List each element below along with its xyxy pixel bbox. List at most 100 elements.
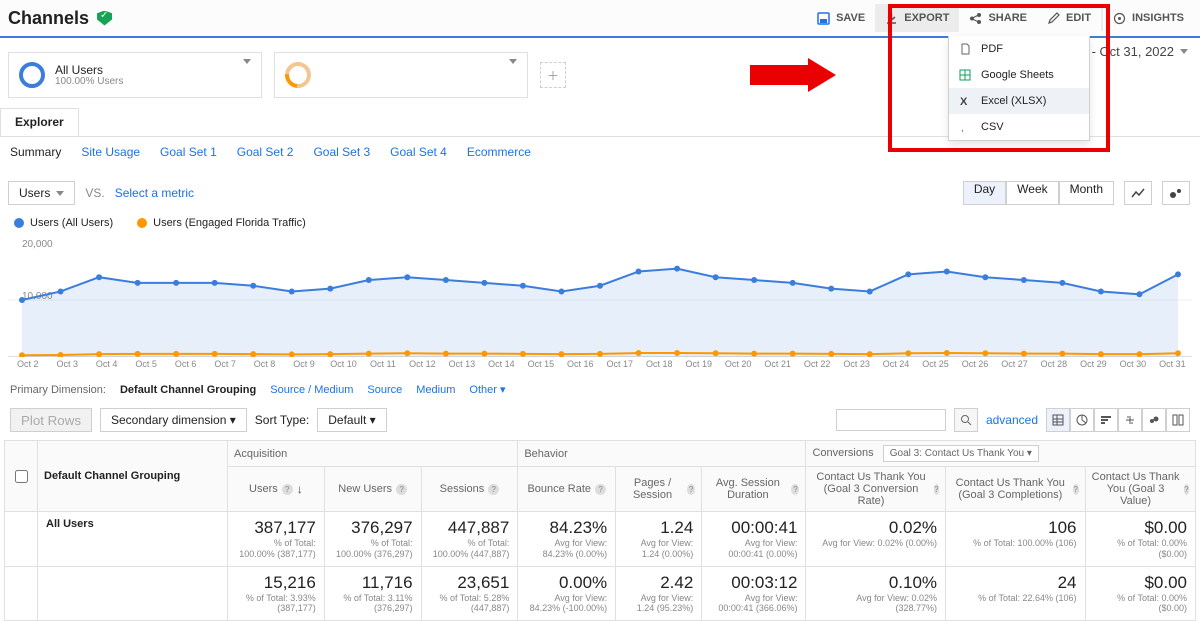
advanced-filter-link[interactable]: advanced [986, 413, 1038, 427]
save-button[interactable]: SAVE [807, 4, 875, 32]
x-tick: Oct 26 [955, 359, 994, 369]
add-segment-button[interactable]: ＋ [540, 62, 566, 88]
help-icon[interactable]: ? [282, 484, 293, 495]
line-chart-svg [8, 233, 1192, 357]
vs-label: VS. [85, 186, 104, 200]
export-option-excel[interactable]: X Excel (XLSX) [949, 88, 1089, 114]
column-header[interactable]: Avg. Session Duration? [702, 467, 806, 512]
segment-card-secondary[interactable] [274, 52, 528, 98]
view-mode-performance[interactable] [1094, 408, 1118, 432]
insights-button[interactable]: INSIGHTS [1103, 4, 1194, 32]
table-cell: 0.02%Avg for View: 0.02% (0.00%) [806, 512, 946, 567]
export-option-google-sheets[interactable]: Google Sheets [949, 62, 1089, 88]
google-sheets-icon [959, 69, 971, 81]
line-chart-icon [1131, 187, 1145, 199]
granularity-month[interactable]: Month [1059, 181, 1114, 205]
column-header[interactable]: Pages / Session? [616, 467, 702, 512]
bubbles-icon [1169, 187, 1183, 199]
x-tick: Oct 2 [8, 359, 47, 369]
column-header[interactable]: Users?↓ [228, 467, 325, 512]
report-nav-goal-set-3[interactable]: Goal Set 3 [313, 145, 370, 159]
export-button[interactable]: EXPORT [875, 4, 959, 32]
chart-type-toggle[interactable] [1124, 181, 1152, 205]
report-nav-goal-set-2[interactable]: Goal Set 2 [237, 145, 294, 159]
legend-dot-icon [14, 218, 24, 228]
help-icon[interactable]: ? [687, 484, 695, 495]
tab-explorer[interactable]: Explorer [0, 108, 79, 136]
channels-table: Default Channel Grouping Acquisition Beh… [4, 440, 1196, 621]
help-icon[interactable]: ? [934, 484, 939, 495]
column-header[interactable]: Sessions? [421, 467, 518, 512]
view-mode-pivot[interactable] [1166, 408, 1190, 432]
plot-rows-button: Plot Rows [10, 408, 92, 432]
help-icon[interactable]: ? [396, 484, 407, 495]
report-nav-site-usage[interactable]: Site Usage [81, 145, 140, 159]
motion-chart-toggle[interactable] [1162, 181, 1190, 205]
table-row: 15,216% of Total: 3.93% (387,177)11,716%… [5, 566, 1196, 621]
segment-card-all-users[interactable]: All Users 100.00% Users [8, 52, 262, 98]
x-tick: Oct 23 [837, 359, 876, 369]
help-icon[interactable]: ? [1184, 484, 1189, 495]
metric-selector[interactable]: Users [8, 181, 75, 205]
table-search-input[interactable] [836, 409, 946, 431]
x-tick: Oct 25 [916, 359, 955, 369]
column-header[interactable]: New Users? [324, 467, 421, 512]
help-icon[interactable]: ? [791, 484, 799, 495]
primary-dimension-link[interactable]: Source / Medium [270, 384, 353, 396]
help-icon[interactable]: ? [488, 484, 499, 495]
segment-subtitle: 100.00% Users [55, 76, 123, 87]
save-icon [817, 12, 830, 25]
sort-type-selector[interactable]: Default ▾ [317, 408, 386, 432]
column-header[interactable]: Contact Us Thank You (Goal 3 Conversion … [806, 467, 946, 512]
report-nav-ecommerce[interactable]: Ecommerce [467, 145, 531, 159]
granularity-day[interactable]: Day [963, 181, 1006, 205]
report-nav-summary[interactable]: Summary [10, 145, 61, 159]
edit-button[interactable]: EDIT [1037, 4, 1101, 32]
report-nav-goal-set-1[interactable]: Goal Set 1 [160, 145, 217, 159]
chevron-down-icon [1180, 49, 1188, 54]
table-cell: 11,716% of Total: 3.11% (376,297) [324, 566, 421, 621]
excel-icon: X [959, 95, 971, 107]
primary-dimension-link[interactable]: Other ▾ [469, 383, 505, 396]
download-icon [885, 12, 898, 25]
primary-dimension-link[interactable]: Source [367, 384, 402, 396]
table-cell: 24% of Total: 22.64% (106) [946, 566, 1085, 621]
view-mode-data-table[interactable] [1046, 408, 1070, 432]
export-option-pdf[interactable]: PDF [949, 36, 1089, 62]
granularity-week[interactable]: Week [1006, 181, 1058, 205]
column-header[interactable]: Contact Us Thank You (Goal 3 Completions… [946, 467, 1085, 512]
conversions-goal-selector[interactable]: Goal 3: Contact Us Thank You ▾ [883, 445, 1039, 462]
top-bar: Channels SAVE EXPORT SHARE EDIT [0, 0, 1200, 38]
table-cell: 106% of Total: 100.00% (106) [946, 512, 1085, 567]
table-cell: 0.00%Avg for View: 84.23% (-100.00%) [518, 566, 616, 621]
table-view-modes [1046, 408, 1190, 432]
primary-dimension-label: Primary Dimension: [10, 384, 106, 396]
share-icon [969, 12, 982, 25]
table-filter-row: Plot Rows Secondary dimension ▾ Sort Typ… [0, 404, 1200, 440]
primary-dimension-active[interactable]: Default Channel Grouping [120, 384, 256, 396]
column-header[interactable]: Contact Us Thank You (Goal 3 Value)? [1085, 467, 1196, 512]
date-range-selector[interactable]: 22 - Oct 31, 2022 [1074, 44, 1188, 59]
export-option-csv[interactable]: , CSV [949, 114, 1089, 140]
view-mode-comparison[interactable] [1118, 408, 1142, 432]
report-nav-goal-set-4[interactable]: Goal Set 4 [390, 145, 447, 159]
column-group-conversions: Conversions Goal 3: Contact Us Thank You… [806, 441, 1196, 467]
x-tick: Oct 12 [403, 359, 442, 369]
share-button[interactable]: SHARE [959, 4, 1037, 32]
x-tick: Oct 3 [47, 359, 86, 369]
x-tick: Oct 8 [245, 359, 284, 369]
sort-type-label: Sort Type: [255, 413, 309, 427]
select-metric-link[interactable]: Select a metric [115, 186, 194, 200]
x-tick: Oct 19 [679, 359, 718, 369]
secondary-dimension-selector[interactable]: Secondary dimension ▾ [100, 408, 247, 432]
select-all-checkbox[interactable] [15, 470, 28, 483]
primary-dimension-link[interactable]: Medium [416, 384, 455, 396]
help-icon[interactable]: ? [1073, 484, 1079, 495]
column-header[interactable]: Bounce Rate? [518, 467, 616, 512]
table-search-button[interactable] [954, 408, 978, 432]
view-mode-pie[interactable] [1070, 408, 1094, 432]
table-cell: 2.42Avg for View: 1.24 (95.23%) [616, 566, 702, 621]
help-icon[interactable]: ? [595, 484, 606, 495]
view-mode-term-cloud[interactable] [1142, 408, 1166, 432]
x-tick: Oct 29 [1074, 359, 1113, 369]
